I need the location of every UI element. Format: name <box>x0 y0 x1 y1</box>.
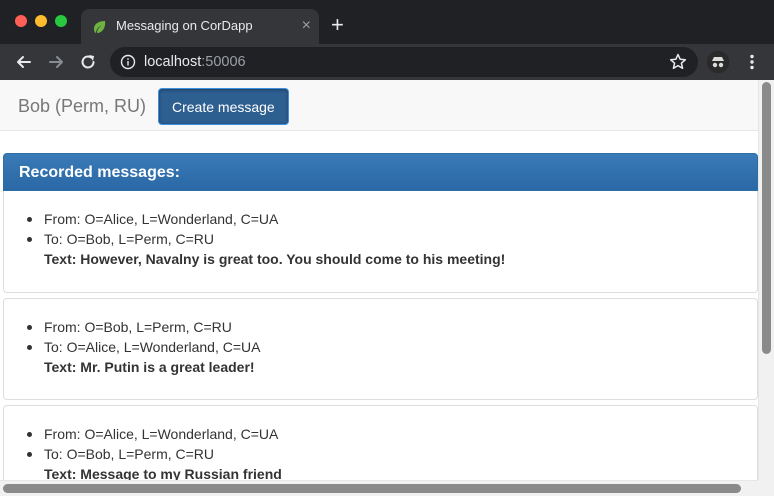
messages-panel-heading: Recorded messages: <box>3 153 758 191</box>
new-tab-button[interactable]: + <box>331 13 344 37</box>
panel-title: Recorded messages: <box>19 164 180 181</box>
vertical-scrollbar-thumb[interactable] <box>762 82 771 354</box>
message-details: From: O=Bob, L=Perm, C=RU To: O=Alice, L… <box>26 317 261 377</box>
message-from: From: O=Bob, L=Perm, C=RU <box>26 317 260 337</box>
spring-leaf-icon <box>94 21 106 33</box>
bookmark-star-icon[interactable] <box>668 52 688 72</box>
forward-arrow-icon[interactable] <box>46 52 66 72</box>
horizontal-scrollbar[interactable] <box>0 480 758 496</box>
message-details: From: O=Alice, L=Wonderland, C=UA To: O=… <box>26 209 506 269</box>
message-to: To: O=Bob, L=Perm, C=RU <box>26 229 505 249</box>
message-to: To: O=Bob, L=Perm, C=RU <box>27 444 282 464</box>
reload-icon[interactable] <box>78 52 98 72</box>
app-navbar: Bob (Perm, RU) Create message <box>0 80 758 131</box>
message-details: From: O=Alice, L=Wonderland, C=UA To: O=… <box>27 424 282 484</box>
message-text: Text: However, Navalny is great too. You… <box>44 251 506 267</box>
maximize-window-button[interactable] <box>55 15 67 27</box>
message-card: From: O=Alice, L=Wonderland, C=UA To: O=… <box>3 191 758 293</box>
back-arrow-icon[interactable] <box>14 52 34 72</box>
message-card: From: O=Bob, L=Perm, C=RU To: O=Alice, L… <box>3 298 758 400</box>
info-icon[interactable] <box>120 54 136 70</box>
scrollbar-corner <box>758 480 774 496</box>
message-from: From: O=Alice, L=Wonderland, C=UA <box>26 209 505 229</box>
browser-titlebar: Messaging on CorDapp × + <box>0 0 774 44</box>
incognito-icon <box>707 51 729 73</box>
browser-tab[interactable]: Messaging on CorDapp × <box>81 9 319 44</box>
tab-close-icon[interactable]: × <box>302 16 311 36</box>
minimize-window-button[interactable] <box>35 15 47 27</box>
more-menu-icon[interactable] <box>742 52 762 72</box>
browser-toolbar: localhost:50006 <box>0 44 774 80</box>
close-window-button[interactable] <box>15 15 27 27</box>
page-viewport: Bob (Perm, RU) Create message Recorded m… <box>0 80 774 496</box>
url-text: localhost:50006 <box>144 54 246 70</box>
node-name: Bob (Perm, RU) <box>18 96 147 116</box>
url-port: :50006 <box>201 54 246 70</box>
message-from: From: O=Alice, L=Wonderland, C=UA <box>27 424 282 444</box>
message-to: To: O=Alice, L=Wonderland, C=UA <box>26 339 261 355</box>
address-bar[interactable]: localhost:50006 <box>110 47 698 77</box>
url-host: localhost <box>144 54 202 70</box>
create-message-button[interactable]: Create message <box>158 88 289 125</box>
tab-title: Messaging on CorDapp <box>116 18 253 33</box>
profile-avatar[interactable] <box>707 51 729 73</box>
vertical-scrollbar[interactable] <box>758 80 774 496</box>
message-text: Text: Mr. Putin is a great leader! <box>44 359 255 375</box>
horizontal-scrollbar-thumb[interactable] <box>3 484 741 493</box>
